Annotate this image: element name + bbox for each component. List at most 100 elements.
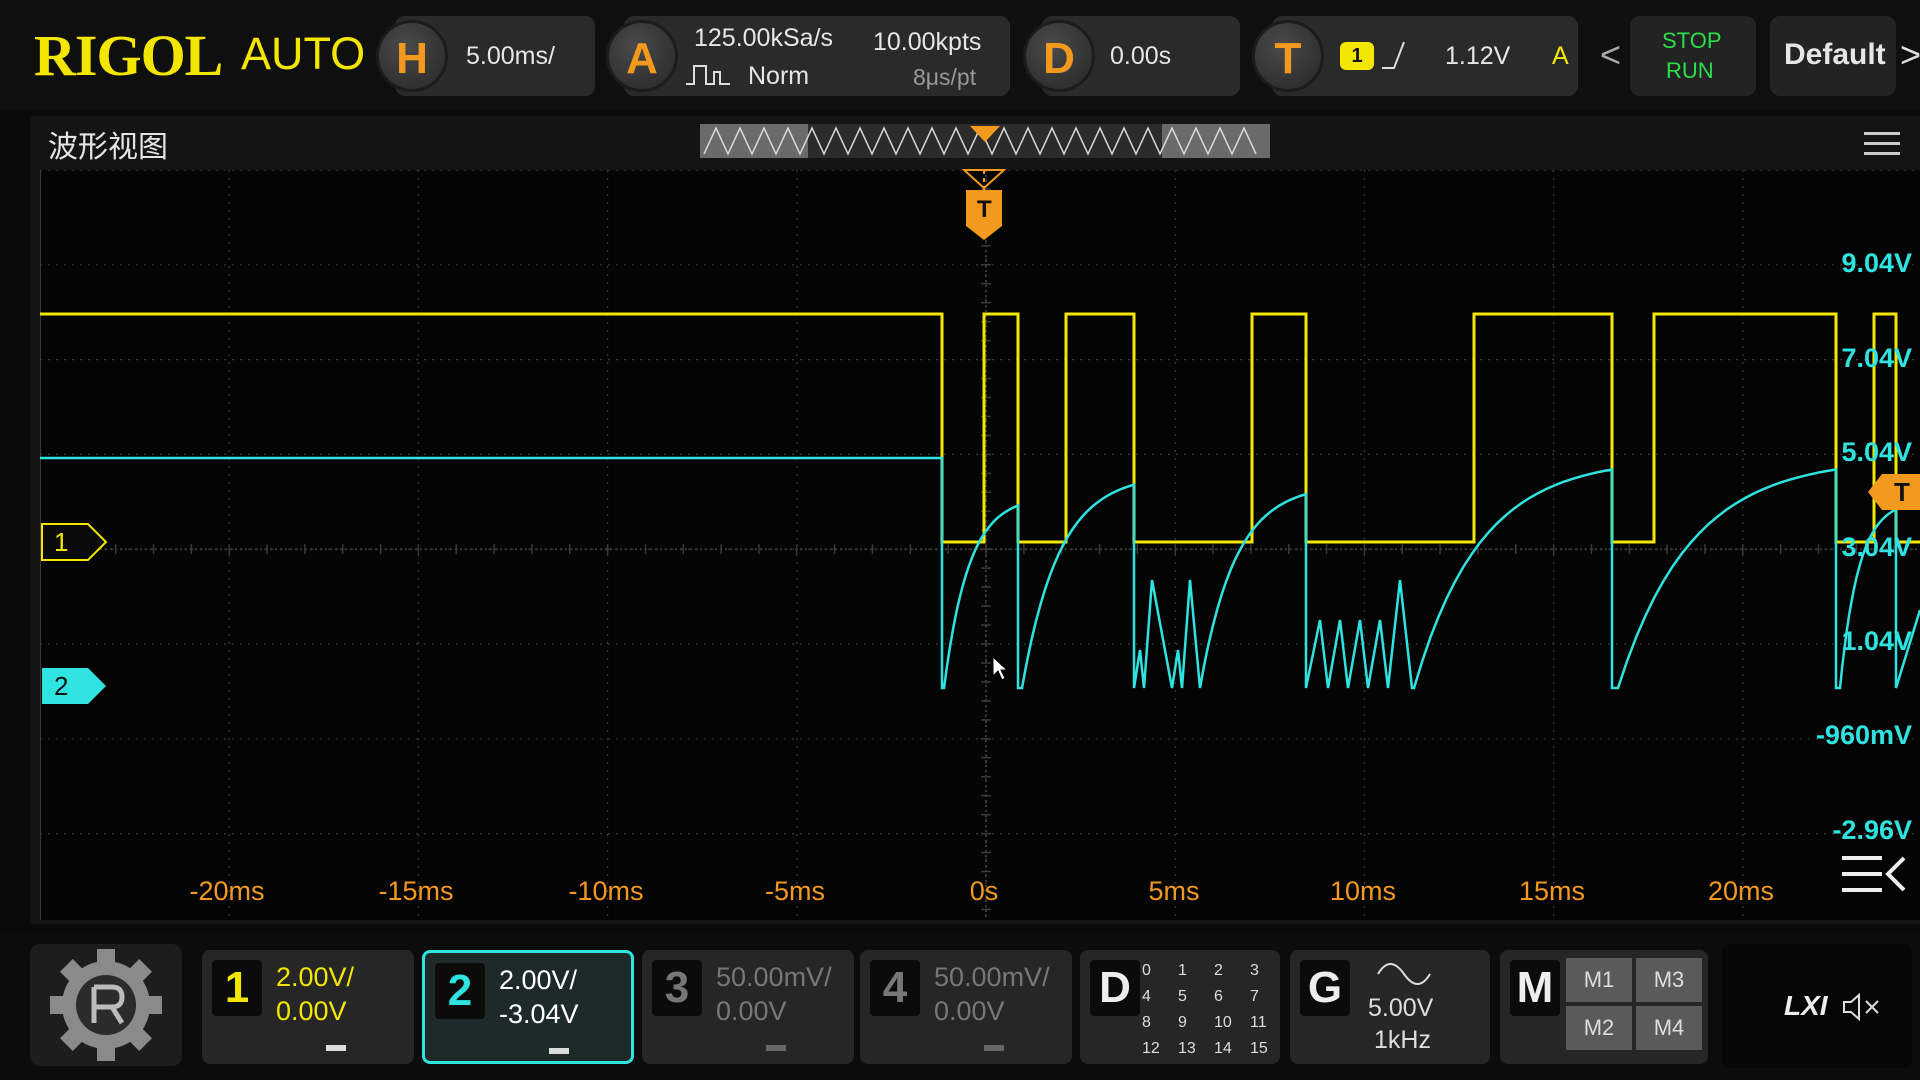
trigger-button[interactable]: T — [1252, 20, 1324, 92]
trigger-level-marker[interactable] — [1866, 472, 1920, 512]
trigger-level-label: T — [1894, 477, 1910, 507]
digital-key: D — [1090, 960, 1140, 1016]
math-m4-button[interactable]: M4 — [1636, 1006, 1702, 1050]
trigger-source-badge: 1 — [1340, 42, 1374, 70]
generator-frequency: 1kHz — [1374, 1026, 1431, 1054]
time-per-point: 8μs/pt — [913, 64, 977, 90]
ch2-trace — [40, 456, 1920, 690]
trigger-sweep: A — [1552, 42, 1569, 70]
speaker-mute-icon[interactable] — [1842, 992, 1882, 1022]
sine-wave-icon — [1377, 963, 1431, 985]
view-title: 波形视图 — [48, 131, 168, 164]
time-axis-label: 15ms — [1518, 876, 1586, 906]
mouse-cursor-icon — [992, 656, 1008, 681]
trigger-marker-label: T — [977, 196, 992, 223]
graticule — [40, 170, 1920, 920]
memory-overview-strip[interactable] — [700, 124, 1270, 158]
channel-1-box[interactable]: 1 2.00V/ 0.00V ▬ — [202, 950, 414, 1064]
channel-offset: 0.00V — [276, 996, 347, 1026]
channel-number: 1 — [212, 960, 262, 1016]
ch2-volt-label: -960mV — [1815, 720, 1912, 750]
menu-icon[interactable] — [1864, 130, 1902, 158]
generator-amplitude: 5.00V — [1368, 994, 1434, 1022]
brand-logo: RIGOL — [34, 23, 223, 88]
digital-bit-label: 6 — [1214, 988, 1223, 1005]
acquire-waveform-icon — [686, 65, 730, 85]
dc-coupling-icon: ▬ — [766, 1034, 786, 1056]
ch2-offset-marker[interactable] — [40, 666, 110, 706]
digital-bit-label: 4 — [1142, 988, 1151, 1005]
memory-depth: 10.00kpts — [873, 28, 982, 56]
waveform-canvas[interactable] — [40, 170, 1920, 920]
channel-offset: 0.00V — [716, 996, 787, 1026]
trigger-level: 1.12V — [1445, 42, 1511, 70]
run-mode-status: AUTO — [241, 28, 366, 79]
delay-button[interactable]: D — [1023, 20, 1095, 92]
time-axis-label: -10ms — [568, 876, 644, 906]
acquire-button[interactable]: A — [606, 20, 678, 92]
digital-bit-label: 7 — [1250, 988, 1259, 1005]
time-axis-label: -5ms — [765, 876, 825, 906]
ch2-volt-label: -2.96V — [1832, 815, 1912, 845]
lxi-logo: LXI — [1784, 990, 1828, 1021]
digital-bit-label: 12 — [1142, 1040, 1160, 1057]
acquire-mode: Norm — [748, 62, 810, 90]
waveform-plot[interactable] — [40, 170, 1920, 920]
channel-3-box[interactable]: 3 50.00mV/ 0.00V ▬ — [642, 950, 854, 1064]
nav-next-icon[interactable]: > — [1900, 34, 1920, 76]
math-m1-button[interactable]: M1 — [1566, 958, 1632, 1002]
generator-key: G — [1300, 960, 1350, 1016]
default-label: Default — [1784, 38, 1886, 71]
channel-4-box[interactable]: 4 50.00mV/ 0.00V ▬ — [860, 950, 1072, 1064]
time-axis-label: 0s — [969, 876, 999, 906]
digital-bit-label: 3 — [1250, 962, 1259, 979]
ch2-marker-label: 2 — [54, 671, 69, 701]
digital-bit-label: 15 — [1250, 1040, 1268, 1057]
digital-bit-label: 2 — [1214, 962, 1223, 979]
home-gear-button[interactable] — [30, 944, 182, 1066]
channel-scale: 50.00mV/ — [934, 962, 1050, 992]
ch2-volt-label: 3.04V — [1841, 532, 1912, 562]
dc-coupling-icon: ▬ — [984, 1034, 1004, 1056]
digital-channels-box[interactable]: D 0 1 2 3 4 5 6 7 8 9 10 11 12 13 14 15 — [1080, 950, 1280, 1064]
math-box[interactable]: M M1 M3 M2 M4 — [1500, 950, 1708, 1064]
generator-box[interactable]: G 5.00V 1kHz — [1290, 950, 1490, 1064]
digital-bit-label: 1 — [1178, 962, 1187, 979]
collapse-panel-icon[interactable] — [1840, 852, 1908, 900]
time-axis-label: -20ms — [189, 876, 265, 906]
run-label: RUN — [1666, 58, 1714, 83]
time-axis-label: 5ms — [1148, 876, 1200, 906]
dc-coupling-icon: ▬ — [549, 1037, 569, 1059]
digital-bit-label: 10 — [1214, 1014, 1232, 1031]
digital-bit-label: 11 — [1250, 1014, 1267, 1031]
delay-value: 0.00s — [1110, 42, 1172, 70]
ch2-volt-label: 9.04V — [1841, 248, 1912, 278]
channel-number: 2 — [435, 963, 485, 1019]
nav-prev-icon[interactable]: < — [1600, 34, 1621, 76]
ch2-volt-label: 7.04V — [1841, 343, 1912, 373]
channel-offset: 0.00V — [934, 996, 1005, 1026]
timebase-value: 5.00ms/ — [466, 42, 555, 70]
math-m2-button[interactable]: M2 — [1566, 1006, 1632, 1050]
ch2-volt-label: 1.04V — [1841, 626, 1912, 656]
sample-rate: 125.00kSa/s — [694, 24, 833, 52]
ch1-offset-marker[interactable] — [40, 522, 110, 562]
stop-label: STOP — [1662, 28, 1722, 53]
digital-bit-label: 5 — [1178, 988, 1187, 1005]
digital-bit-label: 9 — [1178, 1014, 1187, 1031]
channel-2-box[interactable]: 2 2.00V/ -3.04V ▬ — [422, 950, 634, 1064]
ch2-volt-label: 5.04V — [1841, 437, 1912, 467]
rising-edge-icon — [1382, 41, 1405, 69]
math-key: M — [1510, 960, 1560, 1016]
digital-bit-label: 8 — [1142, 1014, 1151, 1031]
channel-number: 4 — [870, 960, 920, 1016]
channel-scale: 2.00V/ — [499, 965, 578, 995]
channel-scale: 50.00mV/ — [716, 962, 832, 992]
math-m3-button[interactable]: M3 — [1636, 958, 1702, 1002]
channel-scale: 2.00V/ — [276, 962, 355, 992]
digital-bit-label: 13 — [1178, 1040, 1196, 1057]
channel-number: 3 — [652, 960, 702, 1016]
digital-bit-label: 14 — [1214, 1040, 1232, 1057]
horizontal-button[interactable]: H — [376, 20, 448, 92]
ch1-marker-label: 1 — [54, 527, 69, 557]
